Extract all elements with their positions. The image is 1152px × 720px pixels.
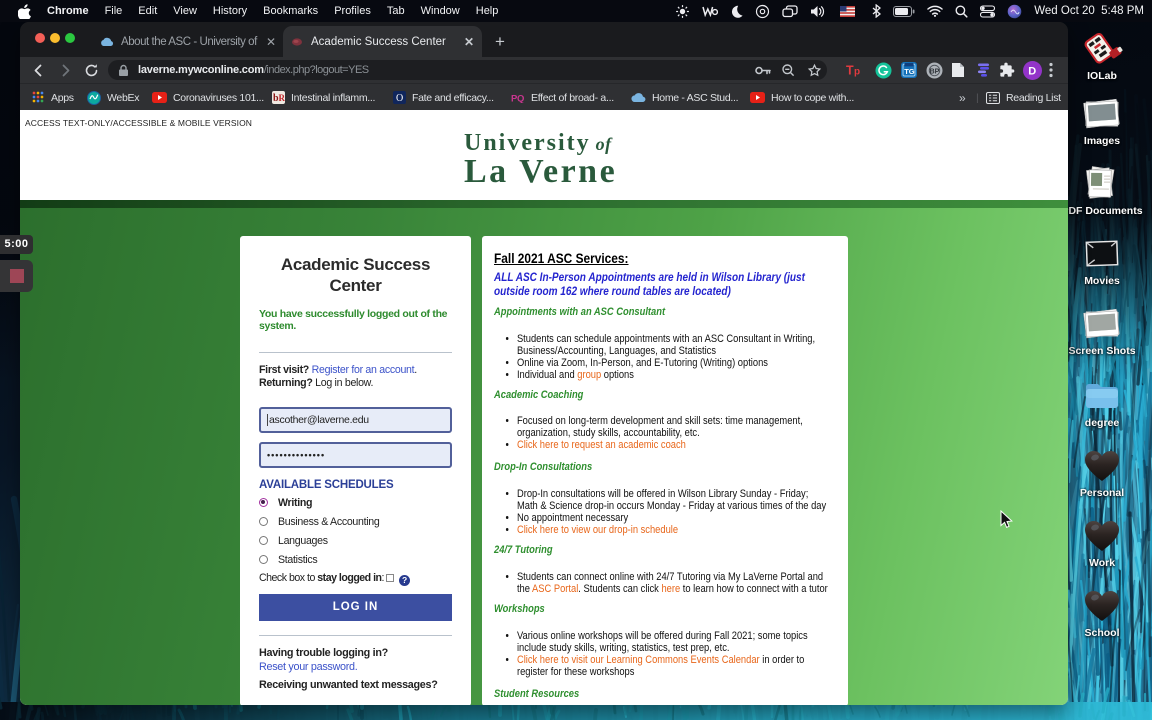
svg-text:PQ: PQ: [511, 94, 524, 104]
svg-text:TG: TG: [904, 67, 915, 76]
svg-text:T: T: [846, 64, 854, 78]
svg-text:D: D: [1028, 65, 1036, 77]
svg-text:BP: BP: [930, 68, 940, 75]
svg-text:O: O: [396, 93, 403, 104]
svg-text:R: R: [279, 93, 286, 103]
svg-text:p: p: [854, 67, 860, 78]
